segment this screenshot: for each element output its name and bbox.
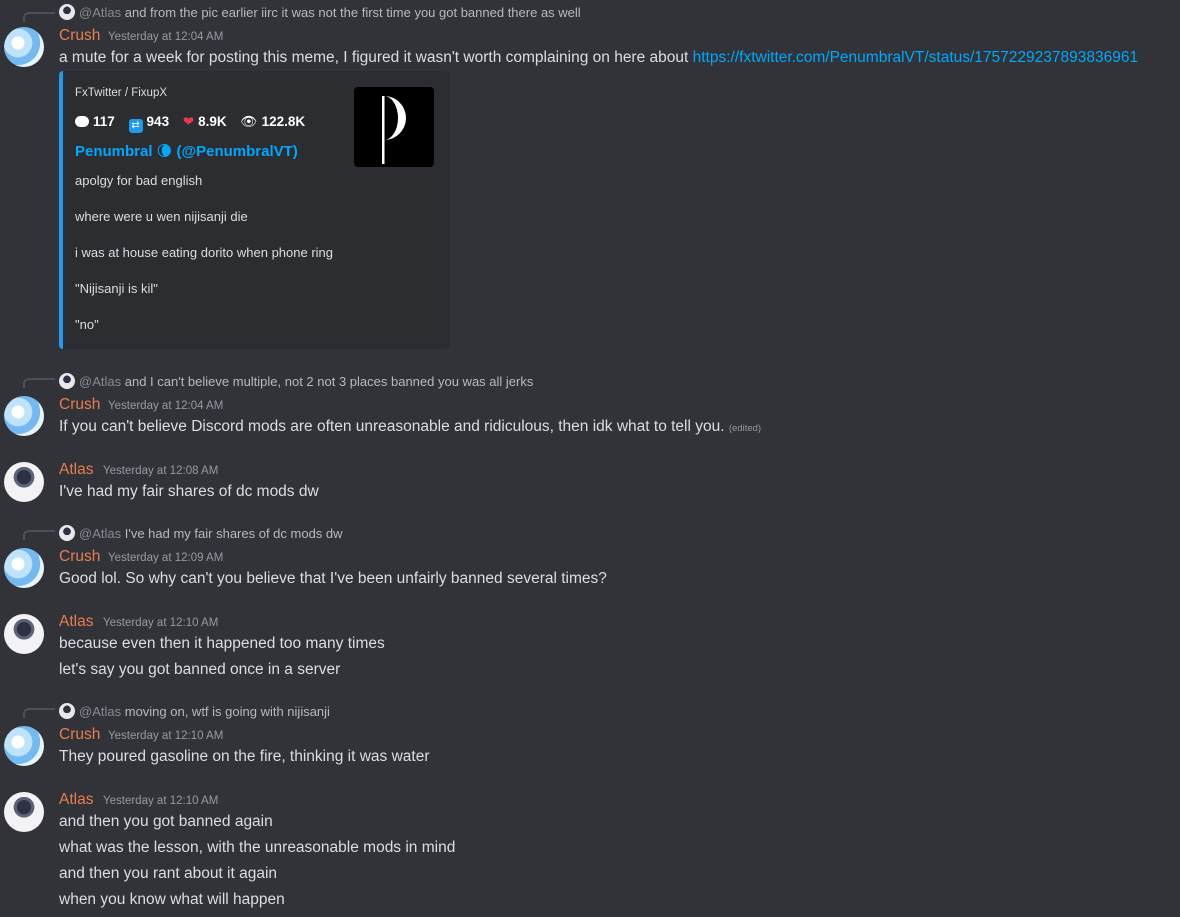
reply-preview[interactable]: @Atlas and I can't believe multiple, not…	[59, 373, 533, 389]
message: Atlas Yesterday at 12:10 AM because even…	[0, 612, 1180, 682]
timestamp: Yesterday at 12:10 AM	[108, 730, 224, 742]
reply-text: and from the pic earlier iirc it was not…	[124, 5, 581, 20]
reply-text: and I can't believe multiple, not 2 not …	[124, 374, 534, 389]
reply-preview[interactable]: @Atlas moving on, wtf is going with niji…	[59, 703, 330, 719]
message-line: when you know what will happen	[59, 891, 285, 908]
timestamp: Yesterday at 12:10 AM	[103, 617, 219, 629]
message: @Atlas and I can't believe multiple, not…	[0, 370, 1180, 440]
message-line: They poured gasoline on the fire, thinki…	[59, 748, 430, 765]
message-line: because even then it happened too many t…	[59, 635, 385, 652]
message: Atlas Yesterday at 12:10 AM and then you…	[0, 790, 1180, 917]
message-line: and then you got banned again	[59, 813, 273, 830]
embed-line: "Nijisanji is kil"	[75, 281, 158, 296]
embed-line: where were u wen nijisanji die	[75, 209, 248, 224]
stat-replies: 117	[93, 114, 115, 129]
message-text: a mute for a week for posting this meme,…	[59, 49, 1138, 67]
author-name[interactable]: Atlas	[59, 791, 93, 809]
message-line: and then you rant about it again	[59, 865, 278, 882]
reply-mention[interactable]: @Atlas	[79, 374, 121, 389]
reply-preview[interactable]: @Atlas and from the pic earlier iirc it …	[59, 4, 581, 20]
reply-avatar	[59, 703, 75, 719]
reply-mention[interactable]: @Atlas	[79, 5, 121, 20]
message-link[interactable]: https://fxtwitter.com/PenumbralVT/status…	[693, 49, 1138, 66]
comment-icon	[75, 116, 89, 127]
retweet-icon: ⇄	[128, 119, 143, 133]
avatar[interactable]	[4, 548, 44, 588]
stat-retweets: 943	[146, 114, 170, 129]
avatar[interactable]	[4, 726, 44, 766]
eye-icon: 👁	[240, 114, 258, 129]
embed-provider[interactable]: FxTwitter / FixupX	[75, 87, 167, 99]
penumbral-logo	[382, 96, 406, 164]
message: @Atlas I've had my fair shares of dc mod…	[0, 522, 1180, 592]
reply-avatar	[59, 525, 75, 541]
author-name[interactable]: Crush	[59, 548, 100, 566]
author-name[interactable]: Atlas	[59, 613, 93, 631]
message-line: Good lol. So why can't you believe that …	[59, 570, 607, 587]
edited-label: (edited)	[728, 423, 762, 434]
reply-spine	[23, 378, 55, 388]
reply-spine	[23, 530, 55, 540]
timestamp: Yesterday at 12:09 AM	[108, 552, 224, 564]
message: @Atlas and from the pic earlier iirc it …	[0, 0, 1180, 360]
author-name[interactable]: Crush	[59, 726, 100, 744]
embed-stats: 117 ⇄ 943 ❤ 8.9K 👁 122.8K	[75, 114, 315, 133]
timestamp: Yesterday at 12:04 AM	[108, 400, 224, 412]
reply-avatar	[59, 4, 75, 20]
timestamp: Yesterday at 12:10 AM	[103, 795, 219, 807]
message-line: I've had my fair shares of dc mods dw	[59, 483, 319, 500]
reply-spine	[23, 708, 55, 718]
author-name[interactable]: Crush	[59, 27, 100, 45]
stat-views: 122.8K	[261, 114, 306, 129]
message: Atlas Yesterday at 12:08 AM I've had my …	[0, 460, 1180, 510]
embed-line: "no"	[75, 317, 99, 332]
reply-text: moving on, wtf is going with nijisanji	[124, 704, 330, 719]
embed-thumbnail[interactable]	[354, 87, 434, 167]
message-line: let's say you got banned once in a serve…	[59, 661, 341, 678]
embed-line: apolgy for bad english	[75, 173, 203, 188]
embed-author[interactable]: Penumbral 🌘 (@PenumbralVT)	[75, 142, 298, 160]
avatar[interactable]	[4, 27, 44, 67]
reply-mention[interactable]: @Atlas	[79, 526, 121, 541]
reply-preview[interactable]: @Atlas I've had my fair shares of dc mod…	[59, 525, 343, 541]
reply-text: I've had my fair shares of dc mods dw	[124, 526, 343, 541]
author-name[interactable]: Crush	[59, 396, 100, 414]
reply-mention[interactable]: @Atlas	[79, 704, 121, 719]
message-content: If you can't believe Discord mods are of…	[59, 418, 725, 435]
avatar[interactable]	[4, 614, 44, 654]
author-name[interactable]: Atlas	[59, 461, 93, 479]
message-content: a mute for a week for posting this meme,…	[59, 49, 693, 66]
stat-likes: 8.9K	[198, 114, 227, 129]
link-embed: FxTwitter / FixupX 117 ⇄ 943 ❤ 8.9K 👁 122.8…	[59, 71, 450, 349]
message-line: what was the lesson, with the unreasonab…	[59, 839, 456, 856]
timestamp: Yesterday at 12:08 AM	[103, 465, 219, 477]
message: @Atlas moving on, wtf is going with niji…	[0, 700, 1180, 770]
avatar[interactable]	[4, 396, 44, 436]
timestamp: Yesterday at 12:04 AM	[108, 31, 224, 43]
reply-avatar	[59, 373, 75, 389]
heart-icon: ❤	[182, 114, 195, 129]
avatar[interactable]	[4, 792, 44, 832]
message-text: If you can't believe Discord mods are of…	[59, 418, 761, 436]
avatar[interactable]	[4, 462, 44, 502]
embed-line: i was at house eating dorito when phone …	[75, 245, 334, 260]
reply-spine	[23, 12, 55, 22]
